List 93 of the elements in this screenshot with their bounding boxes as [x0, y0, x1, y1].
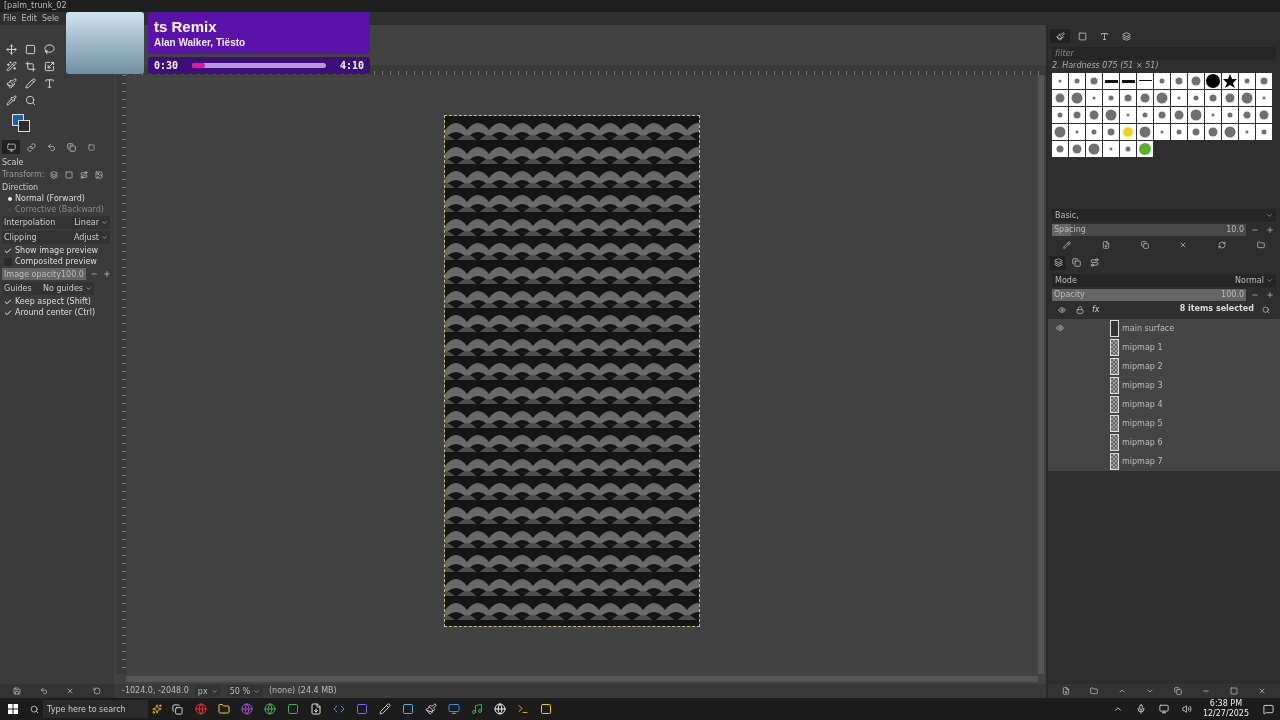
caret-icon — [210, 687, 218, 695]
slider-value: 100.0 — [60, 269, 84, 279]
progress-track[interactable] — [192, 63, 326, 68]
duplicate-icon[interactable] — [1172, 685, 1184, 697]
direction-radio[interactable]: Normal (Forward) — [2, 194, 112, 203]
total-time: 4:10 — [339, 60, 364, 71]
image-mode-icon[interactable] — [92, 169, 105, 181]
layer-name: mipmap 6 — [1122, 437, 1163, 447]
reset-icon[interactable] — [90, 685, 103, 697]
clock-date: 12/27/2025 — [1202, 709, 1249, 719]
save-icon[interactable] — [11, 685, 24, 697]
brushes-tab[interactable] — [1050, 29, 1070, 43]
eye-icon[interactable] — [1056, 324, 1064, 333]
layer-thumbnail — [1110, 376, 1119, 394]
mode-dropdown[interactable]: Mode Normal — [1052, 273, 1276, 287]
selection-count: 8 items selected — [1179, 305, 1254, 315]
menu-item[interactable]: Edit — [21, 14, 37, 23]
elapsed-time: 0:30 — [154, 60, 179, 71]
option-checkbox[interactable]: Composited preview — [2, 257, 112, 266]
search-icon[interactable] — [1260, 303, 1272, 316]
taskbar-search-field[interactable]: Type here to search — [43, 700, 148, 718]
layer-thumbnail — [1110, 433, 1119, 451]
option-checkbox[interactable]: Keep aspect (Shift) — [2, 297, 112, 306]
direction-label: Direction — [2, 183, 40, 192]
caret-icon — [85, 285, 92, 292]
refresh-icon[interactable] — [1215, 238, 1228, 251]
search-icon — [30, 704, 39, 714]
caret-icon — [253, 687, 260, 695]
zoom-dropdown[interactable]: 50 % — [226, 685, 263, 697]
lock-icon[interactable] — [1074, 303, 1086, 316]
slider-label: Image opacity — [4, 269, 61, 279]
menu-item[interactable]: File — [3, 14, 17, 23]
caret-icon — [101, 234, 108, 241]
new-icon[interactable] — [1100, 238, 1112, 251]
undo-history-icon — [46, 142, 56, 152]
option-dropdown[interactable]: Clipping Adjust — [2, 231, 110, 244]
check-icon — [4, 246, 12, 255]
window-title: [palm_trunk_02 — [4, 1, 67, 11]
transform-label: Transform: — [2, 170, 45, 180]
layer-name: mipmap 1 — [1122, 342, 1163, 352]
layer-name: mipmap 2 — [1122, 361, 1163, 371]
layer-thumbnail — [1110, 357, 1119, 375]
new-layer-icon[interactable] — [1060, 685, 1072, 697]
option-checkbox[interactable]: Show image preview — [2, 246, 112, 255]
layers-tab[interactable] — [1050, 255, 1066, 270]
clock-time: 6:38 PM — [1209, 699, 1243, 709]
pointer-coordinates: -1024.0, -2048.0 — [122, 686, 189, 696]
filter-field[interactable]: filter — [1052, 47, 1276, 60]
slider-label: Opacity — [1054, 290, 1085, 300]
layer-thumbnail — [1110, 414, 1119, 432]
caret-icon — [101, 219, 108, 226]
slider-value: 10.0 — [1226, 225, 1244, 235]
layer-name: mipmap 7 — [1122, 456, 1163, 466]
song-title: ts Remix — [154, 18, 218, 35]
layer-name: main surface — [1122, 323, 1175, 333]
tool-title: Scale — [2, 158, 25, 167]
layer-row[interactable]: main surface — [1048, 318, 1280, 338]
sparkles-icon — [152, 704, 162, 714]
folder-icon[interactable] — [1254, 238, 1267, 251]
color-swatches[interactable] — [12, 114, 32, 134]
layer-thumbnail — [1110, 395, 1119, 413]
folder-icon[interactable] — [1088, 685, 1100, 697]
vertical-scrollbar[interactable] — [1038, 75, 1044, 674]
layer-thumbnail — [1110, 452, 1119, 470]
song-artist: Alan Walker, Tiësto — [154, 37, 247, 48]
slider-label: Spacing — [1054, 225, 1086, 235]
layer-name: mipmap 3 — [1122, 380, 1163, 390]
tag-dropdown[interactable]: Basic, — [1052, 208, 1276, 222]
spacing-slider[interactable]: Spacing 10.0 — [1052, 223, 1246, 236]
plus-icon[interactable] — [101, 268, 112, 280]
brush-name: 2. Hardness 075 (51 × 51) — [1051, 62, 1160, 71]
layer-mode-icon[interactable] — [47, 169, 60, 181]
option-checkbox[interactable]: Around center (Ctrl) — [2, 308, 112, 317]
option-dropdown[interactable]: Interpolation Linear — [2, 216, 110, 229]
status-info: (none) (24.4 MB) — [269, 686, 337, 696]
caret-icon — [1266, 276, 1273, 284]
tool-options-tab[interactable] — [2, 140, 20, 154]
fonts-icon — [1099, 31, 1109, 41]
guides-dropdown[interactable]: Guides No guides — [2, 282, 94, 295]
brushes-icon — [1055, 31, 1065, 41]
layers-icon — [1053, 258, 1063, 268]
layer-name: mipmap 5 — [1122, 418, 1163, 428]
layer-thumbnail — [1110, 319, 1119, 337]
layer-thumbnail — [1110, 338, 1119, 356]
brush-grid-drawing[interactable] — [1052, 72, 1274, 157]
caret-icon — [1266, 211, 1273, 219]
duplicate-icon[interactable] — [1138, 238, 1151, 251]
unit-dropdown[interactable]: px — [194, 685, 221, 697]
effects-label[interactable]: fx — [1092, 305, 1100, 315]
slider-value: 100.0 — [1221, 290, 1244, 300]
menu-item[interactable]: Sele — [41, 14, 60, 23]
layer-name: mipmap 4 — [1122, 399, 1163, 409]
edit-icon[interactable] — [1061, 238, 1074, 251]
